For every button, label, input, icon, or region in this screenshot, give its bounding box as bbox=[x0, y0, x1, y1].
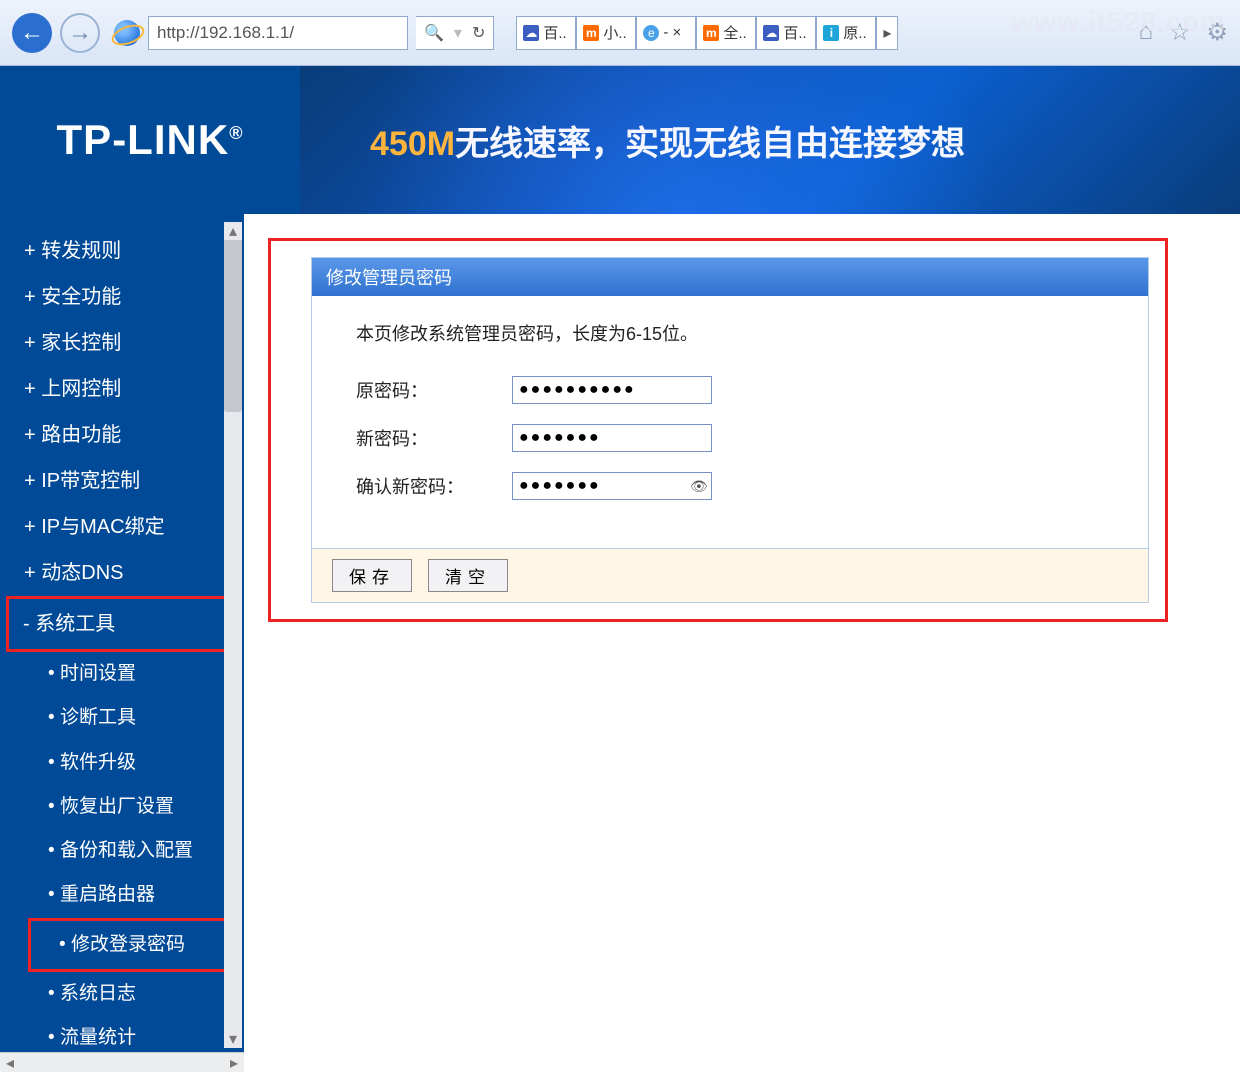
tab-0[interactable]: ☁百.. bbox=[516, 16, 576, 50]
sidebar-sub-syslog[interactable]: 系统日志 bbox=[0, 972, 244, 1016]
tab-label: - × bbox=[663, 24, 681, 41]
ie-icon bbox=[114, 20, 140, 46]
old-password-label: 原密码： bbox=[356, 377, 512, 403]
content-area: 修改管理员密码 本页修改系统管理员密码，长度为6-15位。 原密码： 新密码： … bbox=[244, 214, 1240, 1072]
tab-label: 小.. bbox=[603, 22, 626, 43]
sidebar-item-access[interactable]: 上网控制 bbox=[0, 366, 244, 412]
favicon-mi-icon: m bbox=[583, 25, 599, 41]
new-password-label: 新密码： bbox=[356, 425, 512, 451]
sidebar-sub-reboot[interactable]: 重启路由器 bbox=[0, 873, 244, 917]
scroll-left-icon[interactable]: ◂ bbox=[0, 1053, 20, 1072]
search-icon[interactable]: 🔍 bbox=[424, 23, 444, 43]
favicon-baidu-icon: ☁ bbox=[523, 25, 539, 41]
tab-label: 全.. bbox=[723, 22, 746, 43]
favicon-info-icon: i bbox=[823, 25, 839, 41]
new-password-input[interactable] bbox=[512, 424, 712, 452]
sidebar-item-bandwidth[interactable]: IP带宽控制 bbox=[0, 458, 244, 504]
tab-label: 百.. bbox=[543, 22, 566, 43]
tab-5[interactable]: i原.. bbox=[816, 16, 876, 50]
sidebar-item-parent[interactable]: 家长控制 bbox=[0, 320, 244, 366]
settings-gear-icon[interactable]: ⚙ bbox=[1206, 18, 1228, 47]
content-highlight-frame: 修改管理员密码 本页修改系统管理员密码，长度为6-15位。 原密码： 新密码： … bbox=[268, 238, 1168, 622]
scroll-up-icon[interactable]: ▴ bbox=[224, 222, 242, 240]
refresh-icon[interactable]: ↻ bbox=[472, 23, 485, 43]
browser-toolbar: ← → http://192.168.1.1/ 🔍 ▾ ↻ ☁百.. m小.. … bbox=[0, 0, 1240, 66]
tab-label: 百.. bbox=[783, 22, 806, 43]
favicon-baidu-icon: ☁ bbox=[763, 25, 779, 41]
panel-title: 修改管理员密码 bbox=[312, 258, 1148, 296]
save-button[interactable]: 保存 bbox=[332, 559, 412, 592]
favicon-mi-icon: m bbox=[703, 25, 719, 41]
sidebar-item-forward[interactable]: 转发规则 bbox=[0, 228, 244, 274]
address-bar[interactable]: http://192.168.1.1/ bbox=[148, 16, 408, 50]
scroll-down-icon[interactable]: ▾ bbox=[224, 1030, 242, 1048]
sidebar-sub-password-highlight: 修改登录密码 bbox=[28, 918, 230, 972]
tab-4[interactable]: ☁百.. bbox=[756, 16, 816, 50]
sidebar-sub-upgrade[interactable]: 软件升级 bbox=[0, 741, 244, 785]
tab-2[interactable]: e- × bbox=[636, 16, 696, 50]
sidebar-item-ipmac[interactable]: IP与MAC绑定 bbox=[0, 504, 244, 550]
header-banner: TP-LINK® 450M无线速率，实现无线自由连接梦想 bbox=[0, 66, 1240, 214]
sidebar-scrollbar-thumb[interactable] bbox=[224, 222, 242, 412]
tab-label: 原.. bbox=[843, 22, 866, 43]
sidebar-item-systools[interactable]: 系统工具 bbox=[23, 601, 227, 647]
banner-headline: 450M无线速率，实现无线自由连接梦想 bbox=[370, 116, 965, 165]
sidebar-item-routing[interactable]: 路由功能 bbox=[0, 412, 244, 458]
sidebar-item-ddns[interactable]: 动态DNS bbox=[0, 550, 244, 596]
forward-button[interactable]: → bbox=[60, 13, 100, 53]
sidebar-sub-time[interactable]: 时间设置 bbox=[0, 652, 244, 696]
scroll-right-icon[interactable]: ▸ bbox=[224, 1053, 244, 1072]
sidebar-sub-diag[interactable]: 诊断工具 bbox=[0, 696, 244, 740]
password-panel: 修改管理员密码 本页修改系统管理员密码，长度为6-15位。 原密码： 新密码： … bbox=[311, 257, 1149, 603]
sidebar-sub-backup[interactable]: 备份和载入配置 bbox=[0, 829, 244, 873]
home-icon[interactable]: ⌂ bbox=[1138, 18, 1153, 47]
sidebar-hscroll[interactable]: ◂ ▸ bbox=[0, 1052, 244, 1072]
address-controls: 🔍 ▾ ↻ bbox=[416, 16, 494, 50]
tab-1[interactable]: m小.. bbox=[576, 16, 636, 50]
tab-strip: ☁百.. m小.. e- × m全.. ☁百.. i原.. ▸ bbox=[516, 16, 898, 50]
sidebar-item-security[interactable]: 安全功能 bbox=[0, 274, 244, 320]
panel-description: 本页修改系统管理员密码，长度为6-15位。 bbox=[356, 320, 1104, 346]
sidebar-sub-factory[interactable]: 恢复出厂设置 bbox=[0, 785, 244, 829]
back-button[interactable]: ← bbox=[12, 13, 52, 53]
favicon-ie-icon: e bbox=[643, 25, 659, 41]
sidebar-item-systools-highlight: 系统工具 bbox=[6, 596, 230, 652]
favorites-icon[interactable]: ☆ bbox=[1169, 18, 1191, 47]
confirm-password-label: 确认新密码： bbox=[356, 473, 512, 499]
sidebar-sub-password[interactable]: 修改登录密码 bbox=[45, 923, 227, 967]
logo-text: TP-LINK® bbox=[57, 116, 244, 164]
logo-block: TP-LINK® bbox=[0, 66, 300, 214]
sidebar: 转发规则 安全功能 家长控制 上网控制 路由功能 IP带宽控制 IP与MAC绑定… bbox=[0, 214, 244, 1072]
clear-button[interactable]: 清空 bbox=[428, 559, 508, 592]
old-password-input[interactable] bbox=[512, 376, 712, 404]
tab-3[interactable]: m全.. bbox=[696, 16, 756, 50]
confirm-password-input[interactable] bbox=[512, 472, 712, 500]
tabs-overflow[interactable]: ▸ bbox=[876, 16, 898, 50]
